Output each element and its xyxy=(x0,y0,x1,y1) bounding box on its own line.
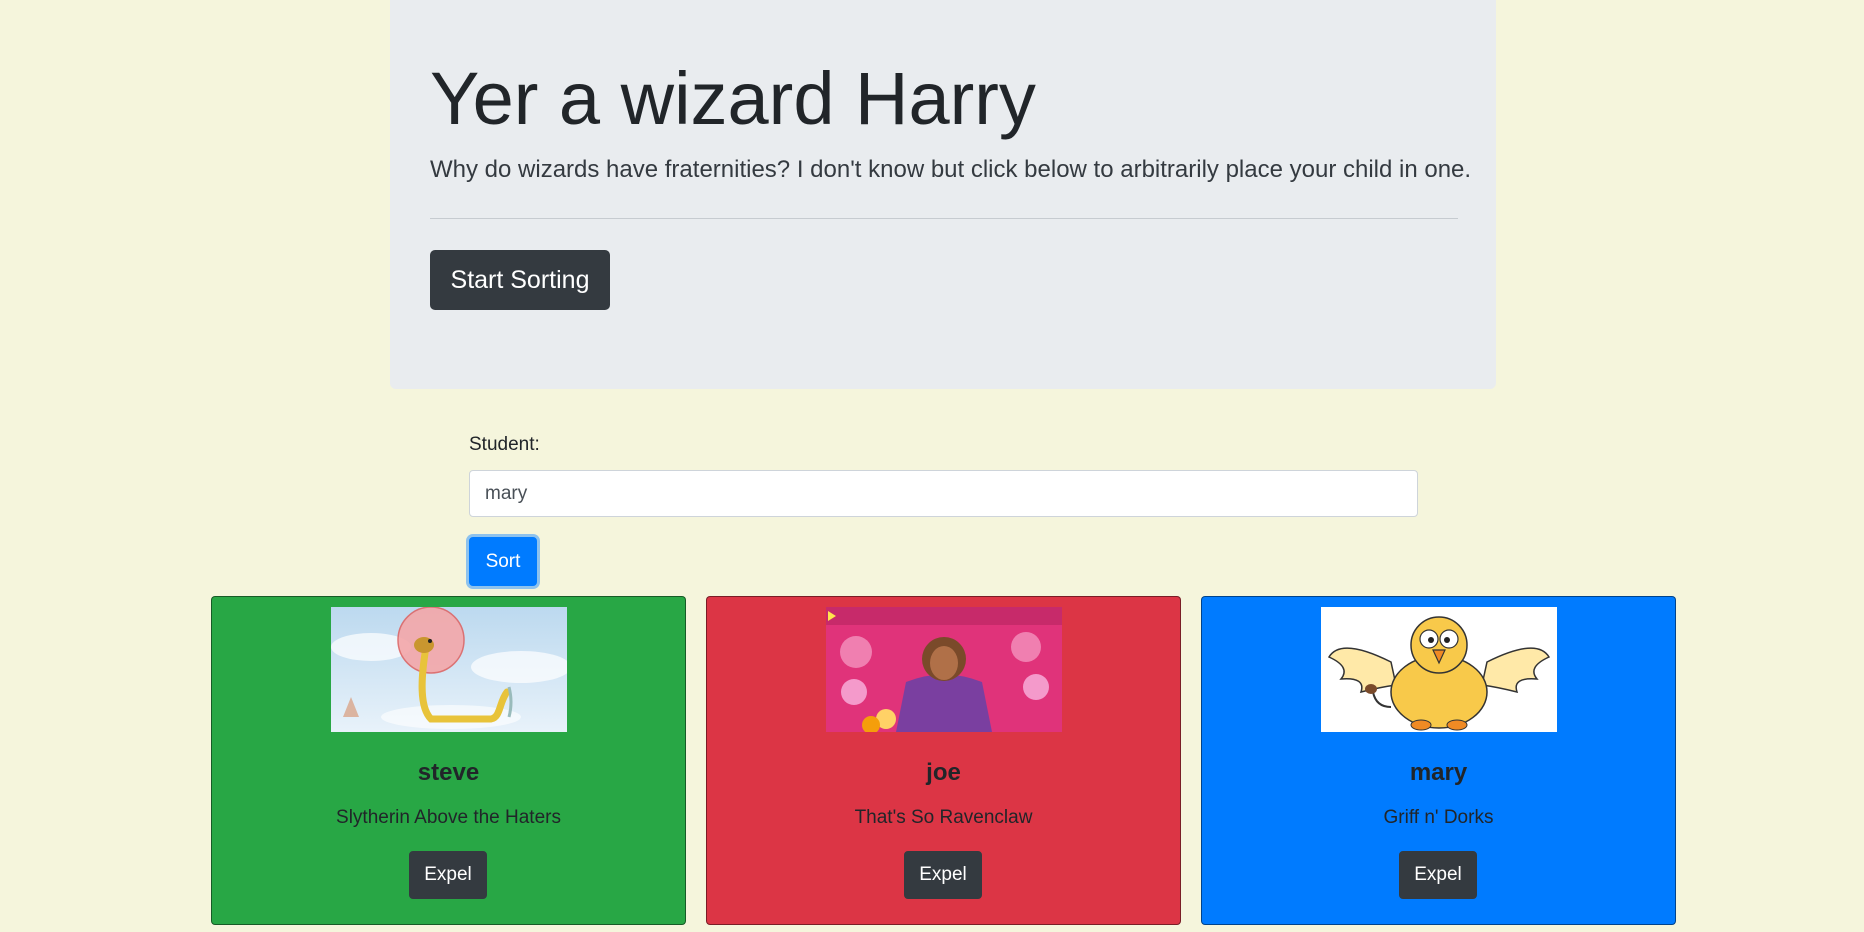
expel-button[interactable]: Expel xyxy=(1399,851,1477,899)
student-name: joe xyxy=(926,759,961,786)
student-card-steve: steve Slytherin Above the Haters Expel xyxy=(211,596,686,925)
student-card-mary: mary Griff n' Dorks Expel xyxy=(1201,596,1676,925)
page-title: Yer a wizard Harry xyxy=(430,57,1036,140)
sort-button[interactable]: Sort xyxy=(469,537,537,586)
student-card-joe: joe That's So Ravenclaw Expel xyxy=(706,596,1181,925)
student-house: Griff n' Dorks xyxy=(1383,807,1494,828)
jumbotron: Yer a wizard Harry Why do wizards have f… xyxy=(390,0,1496,389)
student-name-input[interactable] xyxy=(469,470,1418,517)
student-house: That's So Ravenclaw xyxy=(854,807,1033,828)
snake-balloon-image xyxy=(331,607,567,732)
hero-lead-text: Why do wizards have fraternities? I don'… xyxy=(430,156,1472,183)
thats-so-raven-poster-image xyxy=(826,607,1062,732)
cartoon-griffin-image xyxy=(1321,607,1557,732)
student-name: mary xyxy=(1409,759,1468,786)
expel-button[interactable]: Expel xyxy=(904,851,982,899)
start-sorting-button[interactable]: Start Sorting xyxy=(430,250,610,310)
student-label: Student: xyxy=(469,434,540,455)
student-house: Slytherin Above the Haters xyxy=(336,807,561,828)
hero-divider xyxy=(430,218,1458,219)
expel-button[interactable]: Expel xyxy=(409,851,487,899)
student-name: steve xyxy=(417,759,480,786)
